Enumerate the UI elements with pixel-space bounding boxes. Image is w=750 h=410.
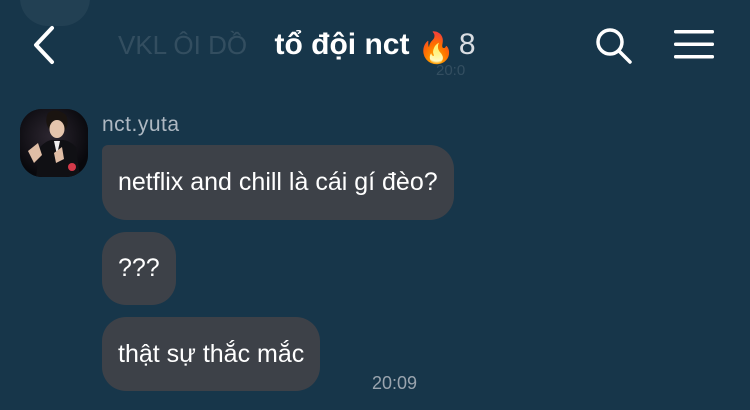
message-bubble[interactable]: thật sự thắc mắc xyxy=(102,317,321,391)
sender-name[interactable]: nct.yuta xyxy=(102,113,180,137)
fire-icon: 🔥 xyxy=(417,32,455,65)
search-button[interactable] xyxy=(594,26,634,66)
message-timestamp: 20:09 xyxy=(372,373,418,393)
hamburger-menu-icon xyxy=(674,30,714,59)
message-bubble[interactable]: netflix and chill là cái gí đèo? xyxy=(102,145,454,220)
search-icon xyxy=(596,28,632,64)
previous-message-ghost xyxy=(20,0,90,26)
message-bubble[interactable]: ??? xyxy=(102,232,176,305)
menu-button[interactable] xyxy=(672,26,716,62)
avatar-image xyxy=(20,109,88,177)
avatar[interactable] xyxy=(20,109,88,177)
chat-title[interactable]: tổ đội nct 🔥 8 xyxy=(0,24,750,70)
chat-header: VKL ÔI DỒ 20:0 tổ đội nct 🔥 8 xyxy=(0,0,750,88)
group-name: tổ đội nct xyxy=(274,28,410,61)
member-count: 8 xyxy=(458,28,476,61)
